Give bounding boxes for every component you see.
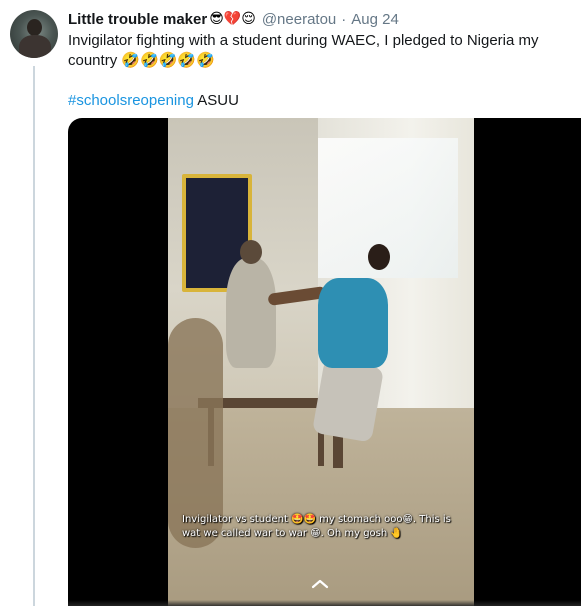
thread-line [33, 66, 35, 606]
video-player[interactable]: Invigilator vs student 🤩🤩 my stomach ooo… [68, 118, 581, 606]
tweet[interactable]: Little trouble maker 😎💔😌 @neeratou · Aug… [0, 0, 581, 606]
video-controls[interactable] [68, 600, 581, 606]
tweet-text: Invigilator fighting with a student duri… [68, 32, 539, 69]
trailing-text: ASUU [193, 92, 239, 109]
name-emojis: 😎💔😌 [209, 11, 256, 27]
tweet-date[interactable]: Aug 24 [351, 11, 399, 28]
hashtag-link[interactable]: #schoolsreopening [68, 92, 194, 109]
avatar-shoulders [19, 35, 51, 58]
head [368, 244, 390, 270]
user-handle[interactable]: @neeratou [262, 11, 336, 28]
video-caption: Invigilator vs student 🤩🤩 my stomach ooo… [182, 514, 451, 539]
invigilator-figure [226, 240, 276, 368]
chevron-up-icon[interactable] [311, 579, 329, 589]
avatar-head [27, 19, 42, 36]
video-frame[interactable]: Invigilator vs student 🤩🤩 my stomach ooo… [168, 118, 474, 606]
legs [311, 358, 385, 443]
tweet-header: Little trouble maker 😎💔😌 @neeratou · Aug… [68, 9, 399, 29]
avatar[interactable] [10, 10, 58, 58]
hashtag-line: #schoolsreopening ASUU [68, 91, 239, 111]
student-figure [318, 244, 390, 368]
display-name[interactable]: Little trouble maker [68, 11, 207, 28]
separator-dot: · [341, 10, 347, 28]
head [240, 240, 262, 264]
